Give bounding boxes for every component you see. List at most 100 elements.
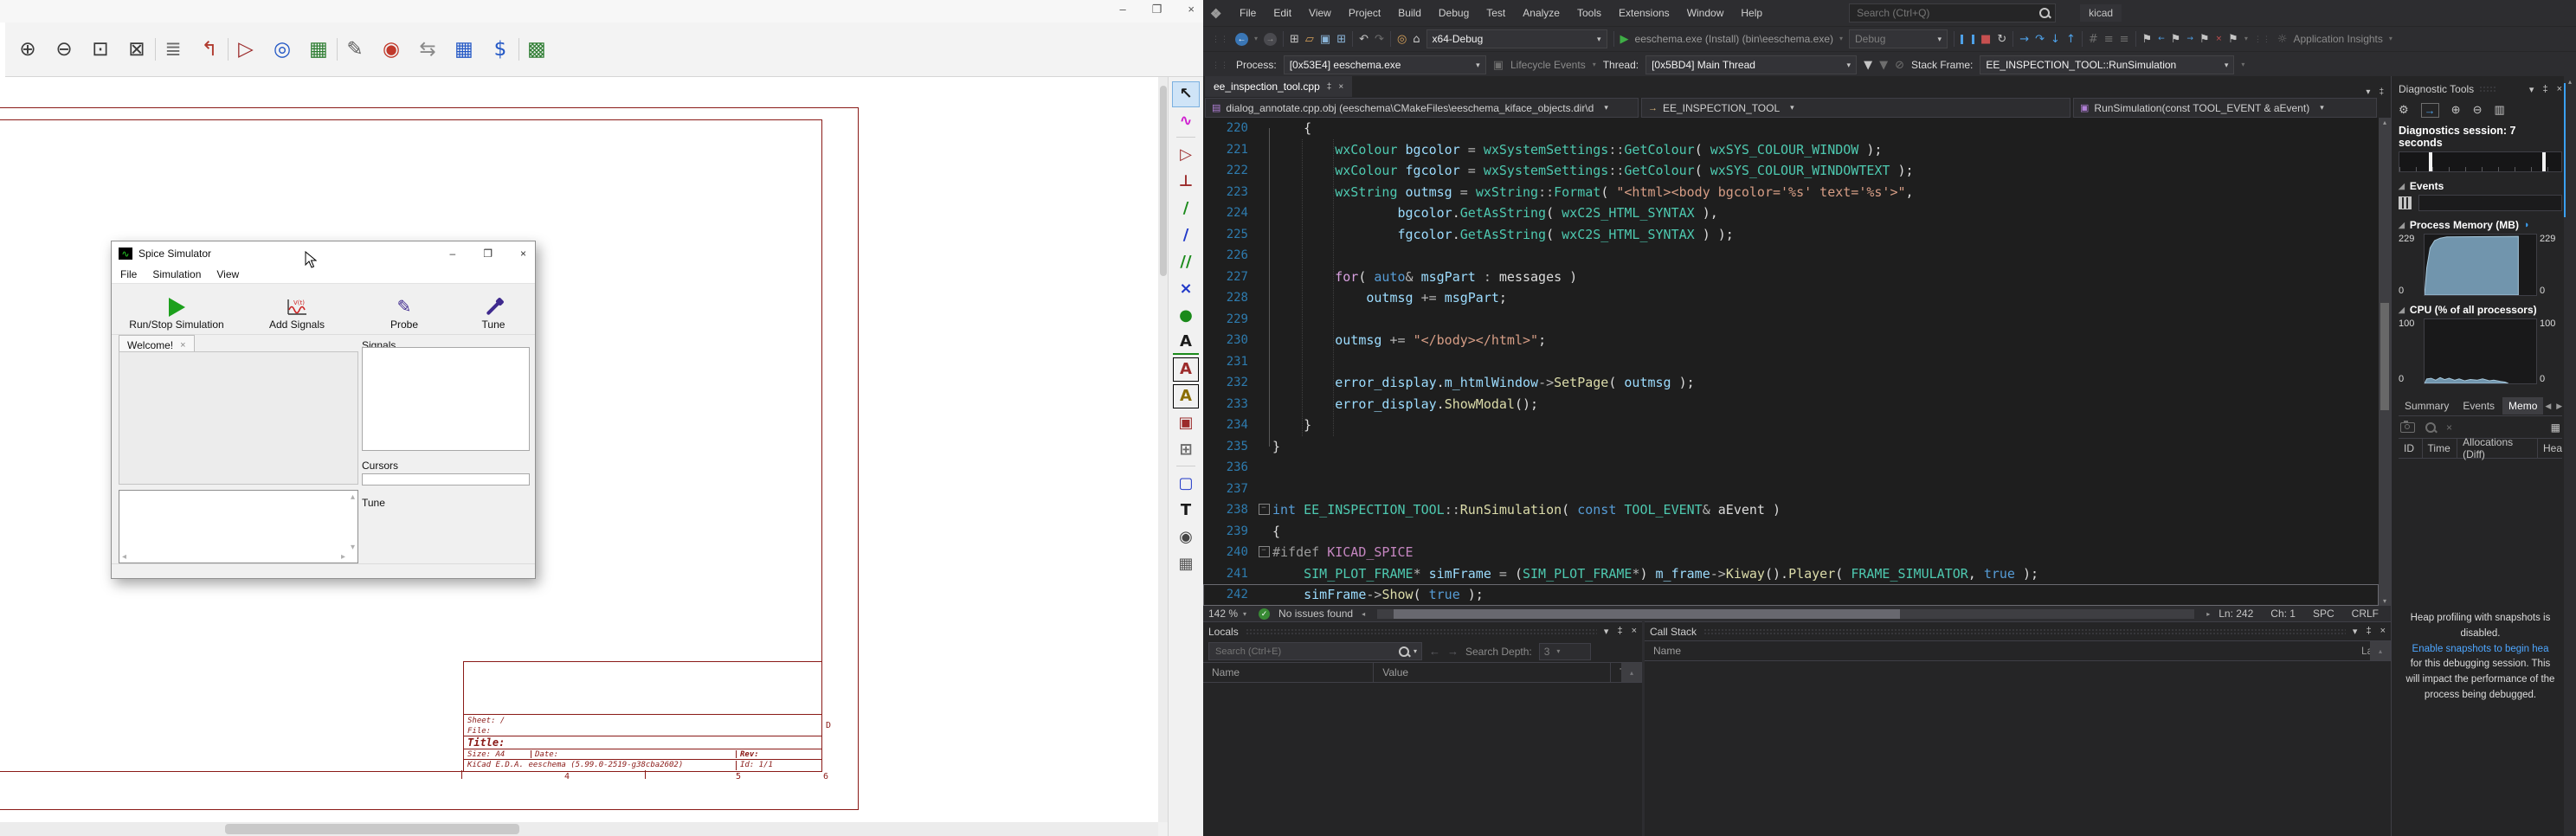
vs-search-input[interactable] bbox=[1855, 6, 2034, 20]
prev-bookmark-icon[interactable]: ⚑ bbox=[2171, 34, 2181, 45]
kicad-close-icon[interactable]: × bbox=[1188, 3, 1195, 16]
place-wire-icon[interactable]: / bbox=[1173, 196, 1199, 221]
search-depth-select[interactable]: 3 ▾ bbox=[1539, 643, 1591, 660]
place-power-port-icon[interactable]: ⊥ bbox=[1173, 170, 1199, 194]
call-stack-dropdown-icon[interactable]: ▾ bbox=[2353, 626, 2358, 637]
line-number[interactable]: 238 bbox=[1203, 499, 1255, 521]
line-number[interactable]: 240 bbox=[1203, 542, 1255, 563]
vs-menu-item[interactable]: File bbox=[1233, 4, 1263, 22]
vs-menu-item[interactable]: Window bbox=[1680, 4, 1731, 22]
call-stack-pin-icon[interactable]: ‡ bbox=[2366, 626, 2371, 637]
tab-pin-icon[interactable]: ‡ bbox=[1327, 82, 1332, 92]
place-symbol-icon[interactable]: ▷ bbox=[1173, 143, 1199, 167]
memory-chip-icon[interactable]: ▦ bbox=[2551, 421, 2560, 434]
code-line[interactable]: 237 bbox=[1203, 479, 2379, 500]
code-viewport[interactable]: 220 {221 wxColour bgcolor = wxSystemSett… bbox=[1203, 118, 2379, 606]
code-line[interactable]: 240−#ifdef KICAD_SPICE bbox=[1203, 542, 2379, 563]
open-file-icon[interactable]: ▱ bbox=[1305, 34, 1314, 45]
tab-close-icon[interactable]: × bbox=[1338, 82, 1343, 92]
filter-threads-icon[interactable]: ▼ bbox=[1864, 60, 1872, 71]
locals-col-value[interactable]: Value bbox=[1374, 663, 1611, 682]
navigate-back-icon[interactable]: ← bbox=[1235, 33, 1248, 46]
erc-ladybug-icon[interactable]: ◉ bbox=[376, 34, 407, 65]
hierarchy-navigator-icon[interactable]: ≣ bbox=[158, 34, 189, 65]
locals-pin-icon[interactable]: ‡ bbox=[1617, 626, 1622, 637]
suppress-events-icon[interactable]: ⊘ bbox=[1895, 60, 1904, 71]
diag-dropdown-icon[interactable]: ▾ bbox=[2529, 84, 2534, 95]
cursors-listbox[interactable] bbox=[362, 473, 530, 486]
footprint-chip-icon[interactable]: ▦ bbox=[303, 34, 334, 65]
stack-frame-select[interactable]: EE_INSPECTION_TOOL::RunSimulation▾ bbox=[1980, 55, 2234, 74]
home-icon[interactable]: ⌂ bbox=[1413, 34, 1420, 45]
call-stack-col-name[interactable]: Name bbox=[1645, 641, 2353, 660]
code-line[interactable]: 226 bbox=[1203, 245, 2379, 267]
code-line[interactable]: 241 SIM_PLOT_FRAME* simFrame = (SIM_PLOT… bbox=[1203, 563, 2379, 585]
hierarchical-label-icon[interactable]: A bbox=[1173, 384, 1199, 408]
editor-vertical-scrollbar[interactable]: ▴ ▾ bbox=[2379, 118, 2391, 606]
issues-status[interactable]: No issues found bbox=[1278, 608, 1353, 620]
vs-menu-item[interactable]: Build bbox=[1391, 4, 1428, 22]
diag-zoom-in-icon[interactable]: ⊕ bbox=[2451, 103, 2461, 117]
code-line[interactable]: 225 fgcolor.GetAsString( wxC2S_HTML_SYNT… bbox=[1203, 224, 2379, 246]
events-lane[interactable] bbox=[2418, 195, 2562, 211]
code-line[interactable]: 235} bbox=[1203, 436, 2379, 458]
diag-pin-icon[interactable]: ‡ bbox=[2542, 84, 2547, 95]
call-stack-close-icon[interactable]: × bbox=[2380, 626, 2386, 637]
solution-config-select[interactable]: x64-Debug▾ bbox=[1426, 29, 1607, 48]
filter-flagged-icon[interactable]: ▼ bbox=[1879, 60, 1888, 71]
save-icon[interactable]: ▣ bbox=[1320, 34, 1330, 45]
assign-footprints-icon[interactable]: ⇆ bbox=[412, 34, 443, 65]
diag-reset-view-icon[interactable]: ▥ bbox=[2494, 103, 2504, 117]
scroll-right-icon[interactable]: ▸ bbox=[341, 552, 345, 562]
diag-close-icon[interactable]: × bbox=[2557, 84, 2562, 95]
app-insights-dropdown-icon[interactable]: ▾ bbox=[2389, 35, 2392, 42]
locals-dropdown-icon[interactable]: ▾ bbox=[1604, 626, 1609, 637]
tab-events[interactable]: Events bbox=[2457, 397, 2501, 415]
line-number[interactable]: 226 bbox=[1203, 245, 1255, 267]
code-line[interactable]: 229 bbox=[1203, 309, 2379, 331]
line-number[interactable]: 235 bbox=[1203, 436, 1255, 458]
select-tool-icon[interactable]: ↖ bbox=[1173, 82, 1199, 106]
code-line[interactable]: 222 wxColour fgcolor = wxSystemSettings:… bbox=[1203, 160, 2379, 182]
vs-search-box[interactable] bbox=[1849, 3, 2056, 23]
text-tool-icon[interactable]: T bbox=[1173, 498, 1199, 523]
simulation-probe-icon[interactable]: ◎ bbox=[267, 34, 298, 65]
line-number[interactable]: 241 bbox=[1203, 563, 1255, 585]
step-into-icon[interactable]: ↓ bbox=[2051, 34, 2060, 45]
zoom-level-select[interactable]: 142 % ▾ bbox=[1208, 608, 1250, 620]
dialog-menu-item[interactable]: File bbox=[120, 268, 137, 280]
vs-menu-item[interactable]: View bbox=[1302, 4, 1338, 22]
scroll-up-icon[interactable]: ▴ bbox=[351, 492, 355, 502]
breadcrumb-method[interactable]: ▣ RunSimulation(const TOOL_EVENT & aEven… bbox=[2073, 98, 2377, 118]
editor-horizontal-scrollbar[interactable] bbox=[1377, 609, 2194, 619]
line-number[interactable]: 232 bbox=[1203, 372, 1255, 394]
code-line[interactable]: 239{ bbox=[1203, 521, 2379, 543]
delete-tool-icon[interactable]: ▦ bbox=[1173, 552, 1199, 576]
kicad-maximize-icon[interactable]: ❐ bbox=[1152, 3, 1162, 16]
search-forward-icon[interactable]: → bbox=[1447, 645, 1459, 658]
step-out-icon[interactable]: ↑ bbox=[2066, 34, 2076, 45]
code-line[interactable]: 230 outmsg += "</body></html>"; bbox=[1203, 330, 2379, 351]
dialog-close-icon[interactable]: × bbox=[520, 248, 526, 260]
scroll-down-icon[interactable]: ▾ bbox=[351, 543, 355, 552]
locals-search-box[interactable]: ▾ bbox=[1208, 642, 1422, 660]
vs-menu-item[interactable]: Help bbox=[1734, 4, 1769, 22]
vs-menu-item[interactable]: Project bbox=[1342, 4, 1388, 22]
locals-col-name[interactable]: Name bbox=[1203, 663, 1374, 682]
stop-debug-icon[interactable]: ■ bbox=[1980, 34, 1991, 45]
code-line[interactable]: 221 wxColour bgcolor = wxSystemSettings:… bbox=[1203, 139, 2379, 161]
graphic-shapes-icon[interactable]: ▢ bbox=[1173, 472, 1199, 496]
delete-snapshot-icon[interactable]: × bbox=[2446, 421, 2452, 434]
search-back-icon[interactable]: ← bbox=[1429, 645, 1440, 658]
line-number[interactable]: 236 bbox=[1203, 457, 1255, 479]
line-number[interactable]: 234 bbox=[1203, 415, 1255, 436]
undo-icon[interactable]: ↶ bbox=[1359, 34, 1368, 45]
tab-list-dropdown-icon[interactable]: ▾ bbox=[2366, 87, 2370, 97]
navigate-to-icon[interactable]: ◎ bbox=[1397, 34, 1407, 45]
application-insights-label[interactable]: Application Insights bbox=[2294, 33, 2383, 45]
code-line[interactable]: 234 } bbox=[1203, 415, 2379, 436]
run-stop-simulation-button[interactable]: Run/Stop Simulation bbox=[112, 286, 242, 331]
clear-bookmarks-x-icon[interactable]: × bbox=[2216, 35, 2223, 43]
image-tool-icon[interactable]: ◉ bbox=[1173, 525, 1199, 550]
memory-collapse-icon[interactable]: ◢ bbox=[2399, 221, 2405, 230]
